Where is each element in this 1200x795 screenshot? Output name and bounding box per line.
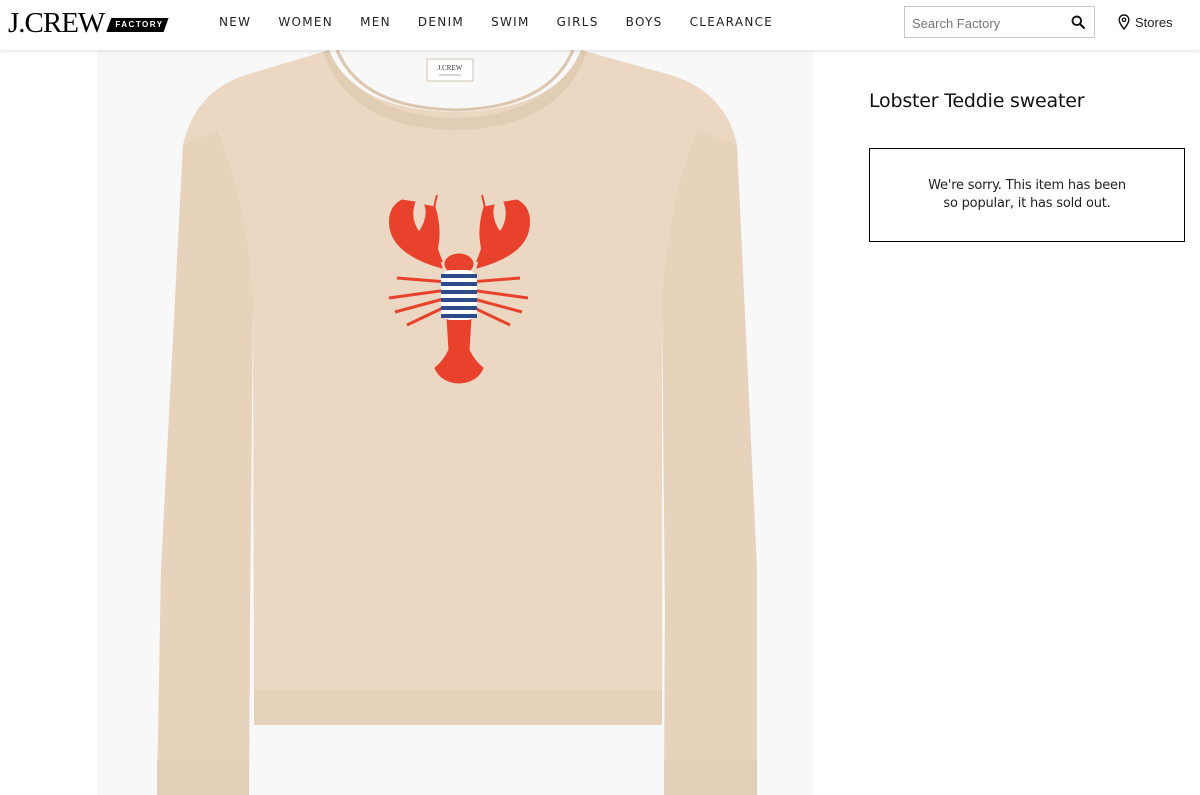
stores-link[interactable]: Stores bbox=[1118, 14, 1173, 30]
nav-item-swim[interactable]: SWIM bbox=[491, 15, 530, 29]
product-title: Lobster Teddie sweater bbox=[869, 90, 1085, 112]
search-input[interactable] bbox=[912, 14, 1067, 32]
nav-item-clearance[interactable]: CLEARANCE bbox=[690, 15, 774, 29]
brand-logo[interactable]: J.CREW FACTORY bbox=[8, 7, 169, 39]
stores-label: Stores bbox=[1135, 14, 1173, 30]
product-image[interactable]: J.CREW bbox=[97, 50, 813, 795]
map-pin-icon bbox=[1118, 14, 1130, 30]
sweater-image: J.CREW bbox=[157, 50, 757, 795]
sold-out-notice: We're sorry. This item has been so popul… bbox=[869, 148, 1185, 242]
nav-item-girls[interactable]: GIRLS bbox=[557, 15, 599, 29]
garment-label-text: J.CREW bbox=[438, 64, 463, 72]
brand-sub-badge: FACTORY bbox=[106, 18, 168, 32]
search-icon[interactable] bbox=[1071, 15, 1085, 29]
main-nav: NEW WOMEN MEN DENIM SWIM GIRLS BOYS CLEA… bbox=[219, 15, 800, 29]
nav-item-denim[interactable]: DENIM bbox=[418, 15, 464, 29]
nav-item-women[interactable]: WOMEN bbox=[278, 15, 333, 29]
nav-item-men[interactable]: MEN bbox=[360, 15, 391, 29]
site-header: J.CREW FACTORY NEW WOMEN MEN DENIM SWIM … bbox=[0, 0, 1200, 50]
brand-name: J.CREW bbox=[8, 7, 105, 39]
nav-item-boys[interactable]: BOYS bbox=[626, 15, 663, 29]
sold-out-message: We're sorry. This item has been so popul… bbox=[928, 178, 1126, 211]
nav-item-new[interactable]: NEW bbox=[219, 15, 251, 29]
search-box bbox=[904, 6, 1095, 38]
lobster-stripes bbox=[441, 270, 477, 320]
